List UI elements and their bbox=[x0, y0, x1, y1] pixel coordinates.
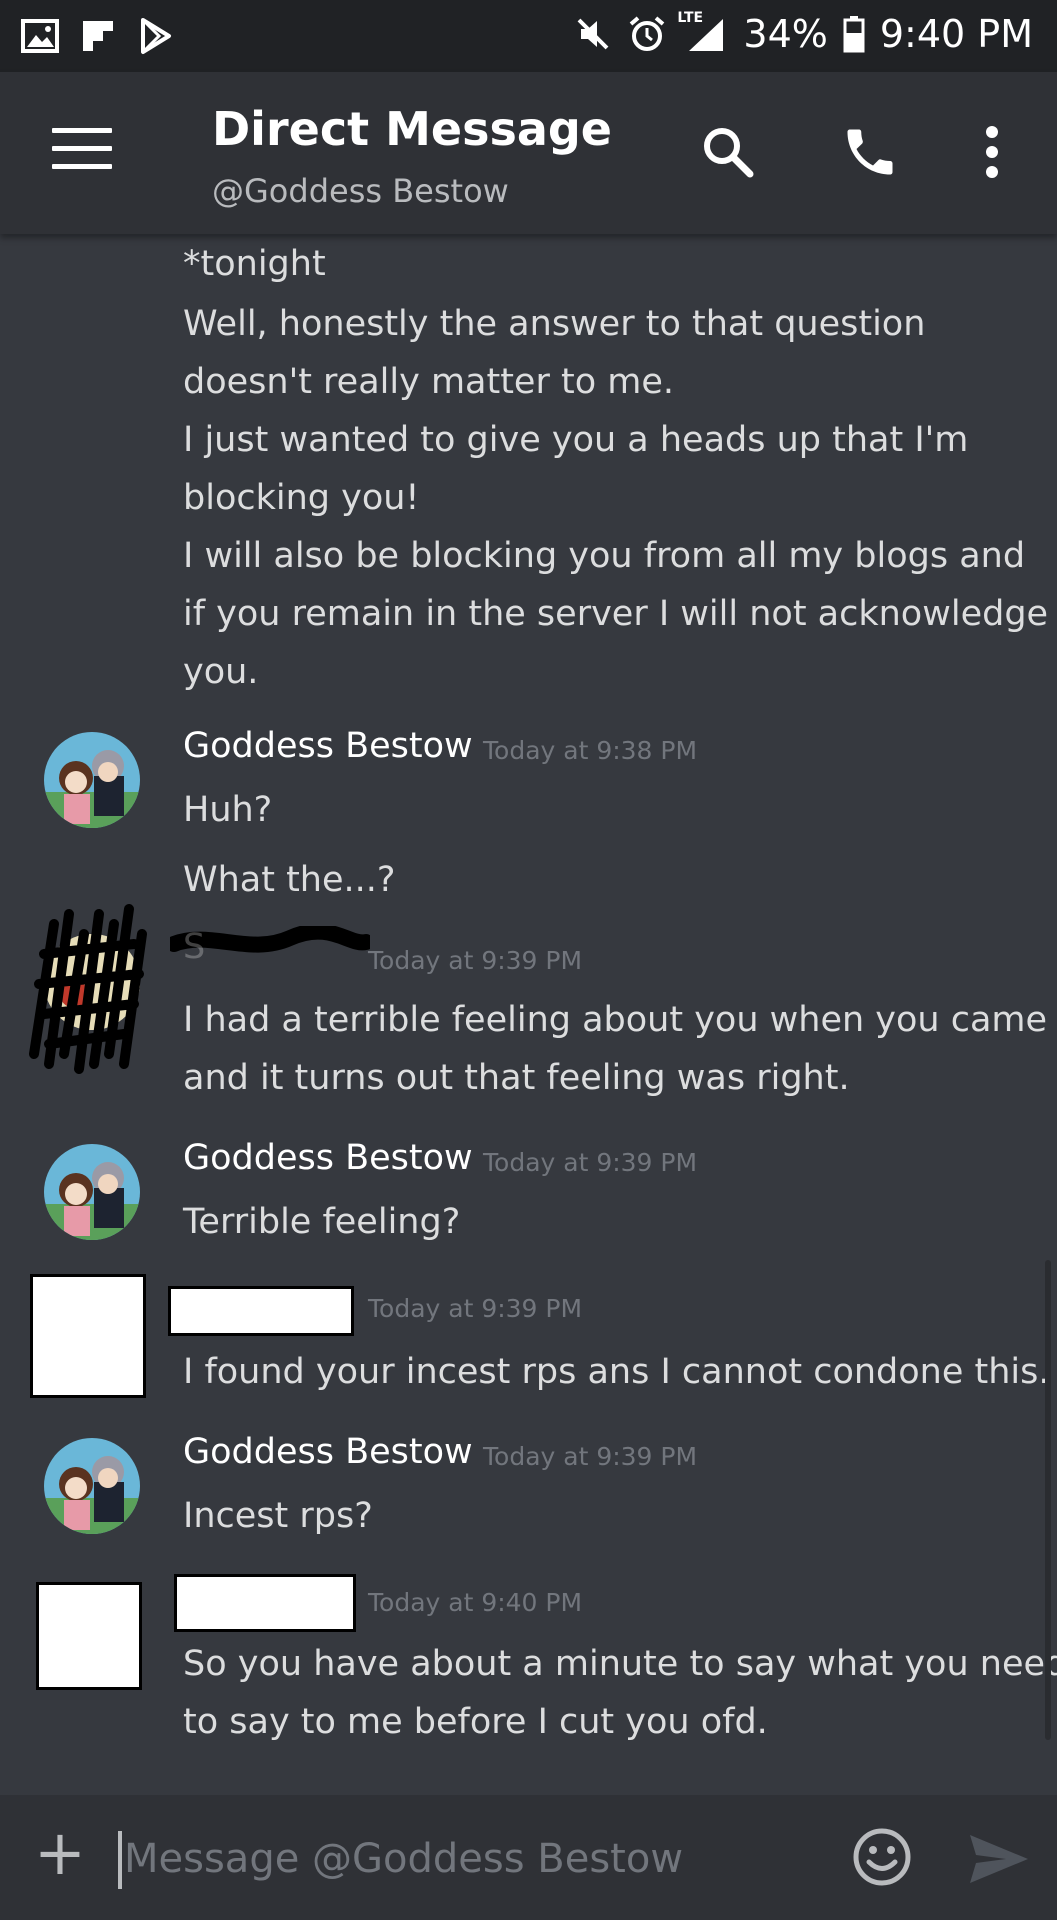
more-options-icon[interactable] bbox=[962, 122, 1022, 182]
message-author[interactable]: S bbox=[183, 927, 205, 967]
message-timestamp: Today at 9:40 PM bbox=[368, 1588, 583, 1617]
message-line: Incest rps? bbox=[183, 1496, 373, 1536]
add-attachment-icon[interactable]: + bbox=[34, 1822, 86, 1884]
alarm-icon bbox=[627, 14, 667, 54]
app-header: Direct Message @Goddess Bestow bbox=[0, 72, 1057, 234]
message-list[interactable]: *tonight Well, honestly the answer to th… bbox=[0, 234, 1057, 1794]
status-time: 9:40 PM bbox=[879, 12, 1033, 56]
message-timestamp: Today at 9:39 PM bbox=[368, 946, 583, 975]
message-author[interactable]: Goddess Bestow bbox=[183, 726, 473, 766]
message-line: I found your incest rps ans I cannot con… bbox=[183, 1352, 1050, 1392]
message-timestamp: Today at 9:38 PM bbox=[483, 736, 698, 765]
battery-percent: 34% bbox=[743, 12, 828, 56]
message-line: *tonight bbox=[183, 244, 326, 284]
message-line: I just wanted to give you a heads up tha… bbox=[183, 420, 969, 460]
network-label: LTE bbox=[677, 10, 704, 26]
phone-icon[interactable] bbox=[840, 122, 900, 182]
message-timestamp: Today at 9:39 PM bbox=[483, 1148, 698, 1177]
message-input[interactable] bbox=[122, 1825, 826, 1893]
flipboard-icon bbox=[78, 16, 118, 56]
message-composer: + bbox=[0, 1795, 1057, 1920]
scrollbar[interactable] bbox=[1045, 1260, 1051, 1740]
avatar[interactable] bbox=[44, 1438, 140, 1534]
message-line: and it turns out that feeling was right. bbox=[183, 1058, 850, 1098]
message-line: if you remain in the server I will not a… bbox=[183, 594, 1049, 634]
status-bar: LTE 34% 9:40 PM bbox=[0, 0, 1057, 72]
message-author[interactable] bbox=[174, 1574, 356, 1632]
message-line: Huh? bbox=[183, 790, 273, 830]
message-author[interactable] bbox=[168, 1286, 354, 1336]
message-author[interactable]: Goddess Bestow bbox=[183, 1432, 473, 1472]
message-line: What the...? bbox=[183, 860, 396, 900]
mute-icon bbox=[573, 14, 613, 54]
scribble-redaction bbox=[29, 904, 147, 1074]
message-line: to say to me before I cut you ofd. bbox=[183, 1702, 768, 1742]
search-icon[interactable] bbox=[698, 122, 758, 182]
message-line: I had a terrible feeling about you when … bbox=[183, 1000, 1048, 1040]
battery-icon bbox=[842, 14, 866, 54]
message-line: I will also be blocking you from all my … bbox=[183, 536, 1026, 576]
emoji-icon[interactable] bbox=[852, 1827, 912, 1887]
message-timestamp: Today at 9:39 PM bbox=[483, 1442, 698, 1471]
message-line: you. bbox=[183, 652, 259, 692]
message-line: blocking you! bbox=[183, 478, 420, 518]
message-line: Terrible feeling? bbox=[183, 1202, 461, 1242]
message-author[interactable]: Goddess Bestow bbox=[183, 1138, 473, 1178]
avatar[interactable] bbox=[44, 1144, 140, 1240]
play-store-icon bbox=[136, 16, 176, 56]
menu-icon[interactable] bbox=[52, 128, 112, 174]
message-line: Well, honestly the answer to that questi… bbox=[183, 304, 926, 344]
message-line: So you have about a minute to say what y… bbox=[183, 1644, 1057, 1684]
message-line: doesn't really matter to me. bbox=[183, 362, 674, 402]
send-icon[interactable] bbox=[966, 1831, 1030, 1887]
avatar[interactable] bbox=[36, 1582, 142, 1690]
avatar[interactable] bbox=[30, 1274, 146, 1398]
page-title: Direct Message bbox=[212, 102, 613, 156]
lte-signal-icon: LTE bbox=[677, 10, 729, 54]
image-icon bbox=[20, 16, 60, 56]
page-subtitle: @Goddess Bestow bbox=[212, 172, 509, 210]
message-timestamp: Today at 9:39 PM bbox=[368, 1294, 583, 1323]
avatar[interactable] bbox=[44, 732, 140, 828]
